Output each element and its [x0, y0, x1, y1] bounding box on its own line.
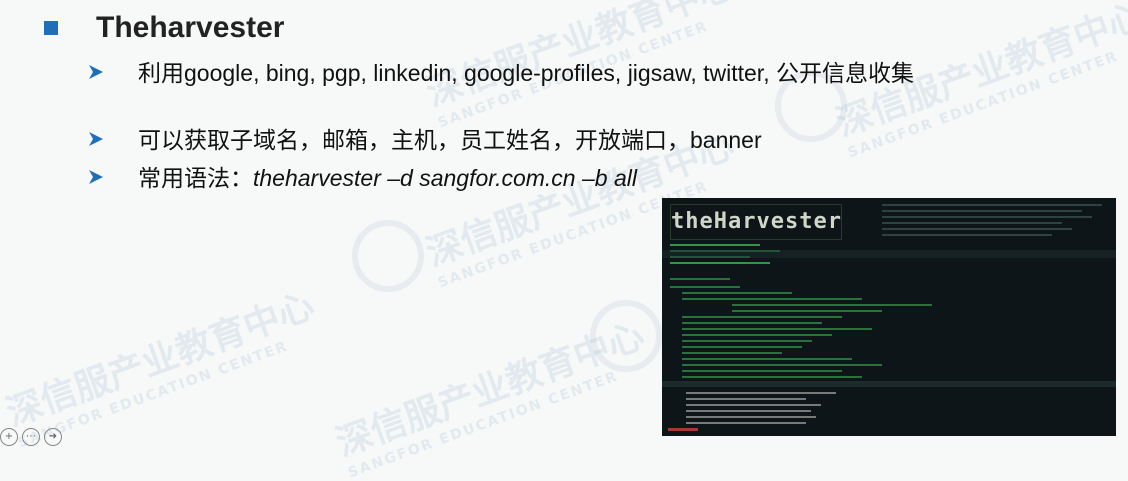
bullet-item: 常用语法：theharvester –d sangfor.com.cn –b a… — [86, 163, 1058, 193]
watermark: 深信服产业教育中心 SANGFOR EDUCATION CENTER — [1, 285, 320, 452]
bullet-item: 可以获取子域名，邮箱，主机，员工姓名，开放端口，banner — [86, 125, 1058, 155]
next-arrow-icon[interactable]: ➜ — [44, 428, 62, 446]
arrow-bullet-icon — [89, 132, 103, 146]
command-syntax: theharvester –d sangfor.com.cn –b all — [253, 165, 637, 191]
slide-controls: + ⋯ ➜ — [0, 428, 62, 446]
slide-title: Theharvester — [96, 11, 285, 44]
bullet-item: 利用google, bing, pgp, linkedin, google-pr… — [86, 58, 1058, 88]
arrow-bullet-icon — [89, 170, 103, 184]
watermark-logo — [590, 300, 662, 372]
title-row: Theharvester — [44, 8, 284, 48]
bullet-prefix: 常用语法： — [138, 165, 253, 191]
square-bullet-icon — [44, 21, 58, 35]
terminal-output — [662, 204, 1116, 431]
bullet-text: 利用google, bing, pgp, linkedin, google-pr… — [138, 60, 914, 86]
zoom-icon[interactable]: + — [0, 428, 18, 446]
watermark-logo — [352, 220, 424, 292]
arrow-bullet-icon — [89, 65, 103, 79]
bullet-text: 常用语法：theharvester –d sangfor.com.cn –b a… — [138, 163, 1058, 193]
terminal-screenshot: theHarvester — [662, 198, 1116, 436]
bullet-text: 可以获取子域名，邮箱，主机，员工姓名，开放端口，banner — [138, 127, 762, 153]
more-icon[interactable]: ⋯ — [22, 428, 40, 446]
